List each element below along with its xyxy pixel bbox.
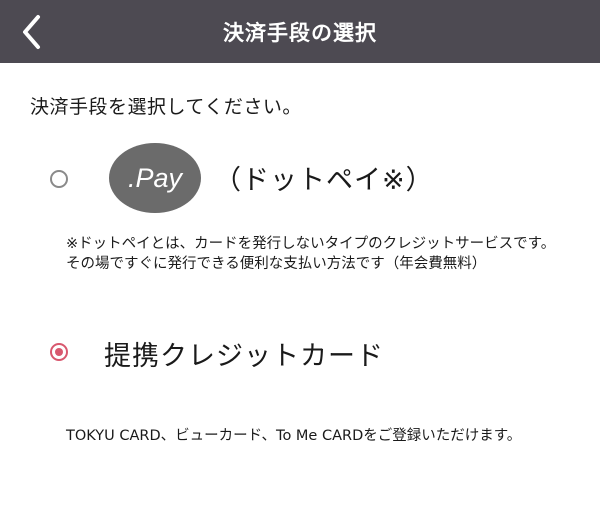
header-bar: 決済手段の選択 — [0, 0, 600, 63]
dotpay-label: （ドットペイ※） — [214, 165, 434, 196]
dotpay-logo: .Pay — [109, 143, 201, 213]
dotpay-note: ※ドットペイとは、カードを発行しないタイプのクレジットサービスです。その場ですぐ… — [66, 236, 556, 272]
back-button[interactable] — [10, 6, 54, 58]
radio-selected-dot — [55, 348, 63, 356]
instruction-text: 決済手段を選択してください。 — [30, 96, 302, 118]
dotpay-logo-text: .Pay — [128, 163, 184, 193]
page-title: 決済手段の選択 — [223, 20, 377, 45]
dotpay-radio[interactable] — [50, 170, 68, 188]
chevron-left-icon — [23, 15, 40, 49]
credit-card-note: TOKYU CARD、ビューカード、To Me CARDをご登録いただけます。 — [66, 428, 522, 444]
credit-card-radio[interactable] — [50, 343, 68, 361]
credit-card-label: 提携クレジットカード — [104, 341, 384, 372]
